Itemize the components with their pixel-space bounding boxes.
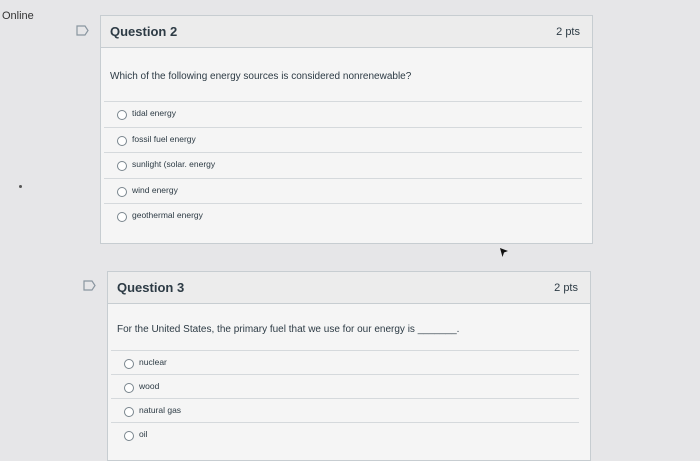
question-2-card: Question 2 2 pts Which of the following … <box>100 15 593 244</box>
answer-label[interactable]: wood <box>139 381 159 391</box>
answer-option[interactable]: fossil fuel energy <box>104 126 582 153</box>
answer-option[interactable]: wood <box>111 374 579 398</box>
question-2-points: 2 pts <box>556 26 580 38</box>
radio-button[interactable] <box>124 383 134 393</box>
answer-label[interactable]: natural gas <box>139 405 181 415</box>
question-3-header: Question 3 2 pts <box>108 272 590 304</box>
answer-label[interactable]: nuclear <box>139 357 167 367</box>
question-3-title: Question 3 <box>117 280 185 295</box>
answer-option[interactable]: nuclear <box>111 350 579 374</box>
answer-label[interactable]: geothermal energy <box>132 210 203 220</box>
answer-option[interactable]: natural gas <box>111 398 579 422</box>
answer-option[interactable]: wind energy <box>104 177 582 204</box>
question-3-points: 2 pts <box>554 282 578 294</box>
radio-button[interactable] <box>124 407 134 417</box>
mouse-pointer-icon <box>500 248 508 257</box>
answer-option[interactable]: geothermal energy <box>104 203 582 229</box>
question-2-text: Which of the following energy sources is… <box>110 71 412 82</box>
question-2-header: Question 2 2 pts <box>101 16 592 48</box>
radio-button[interactable] <box>124 431 134 441</box>
radio-button[interactable] <box>117 135 127 146</box>
answer-label[interactable]: wind energy <box>132 185 178 195</box>
radio-button[interactable] <box>117 186 127 197</box>
question-2-title: Question 2 <box>110 24 178 39</box>
answer-option[interactable]: tidal energy <box>104 101 582 127</box>
radio-button[interactable] <box>117 212 127 222</box>
answer-label[interactable]: sunlight (solar. energy <box>132 159 215 169</box>
radio-button[interactable] <box>124 359 134 369</box>
radio-button[interactable] <box>117 110 127 120</box>
flag-icon[interactable] <box>83 280 97 291</box>
radio-button[interactable] <box>117 161 127 171</box>
answer-option[interactable]: sunlight (solar. energy <box>104 152 582 178</box>
question-3-text: For the United States, the primary fuel … <box>117 324 460 335</box>
answer-label[interactable]: fossil fuel energy <box>132 134 196 144</box>
question-3-answers: nuclear wood natural gas oil <box>111 350 579 446</box>
online-status-label: Online <box>2 10 34 22</box>
question-3-card: Question 3 2 pts For the United States, … <box>107 271 591 461</box>
answer-option[interactable]: oil <box>111 422 579 446</box>
answer-label[interactable]: tidal energy <box>132 108 176 118</box>
answer-label[interactable]: oil <box>139 429 148 439</box>
question-2-answers: tidal energy fossil fuel energy sunlight… <box>104 101 582 229</box>
flag-icon[interactable] <box>76 25 90 36</box>
decorative-dot <box>19 185 22 188</box>
